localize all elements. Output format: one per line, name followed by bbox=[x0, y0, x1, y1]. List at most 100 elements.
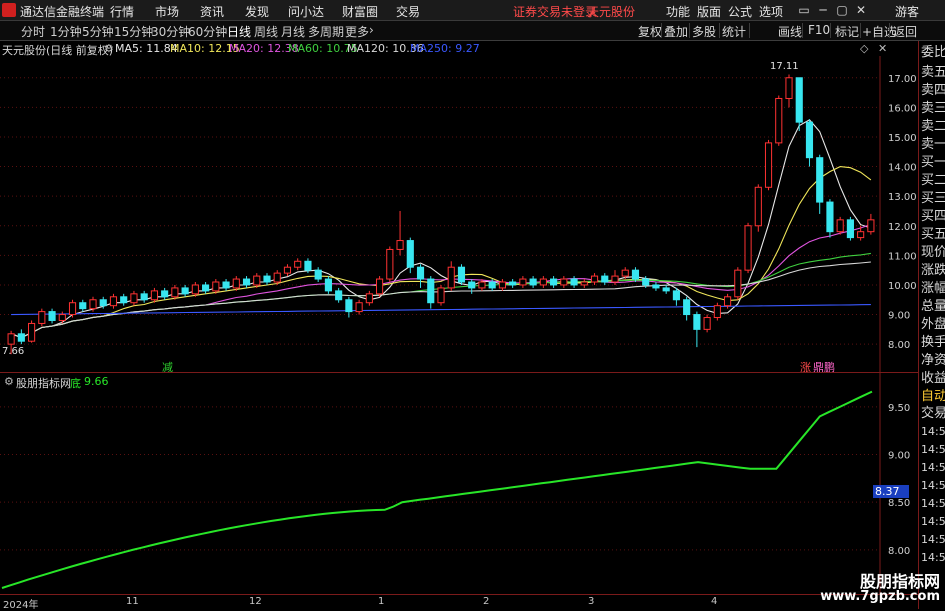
period-intraday[interactable]: 分时 bbox=[21, 23, 45, 40]
period-multi[interactable]: 多周期 bbox=[308, 23, 344, 40]
candle-body bbox=[631, 269, 640, 280]
app-logo-icon bbox=[2, 3, 16, 17]
tool-overlay[interactable]: 叠加 bbox=[664, 23, 688, 40]
period-30min[interactable]: 30分钟 bbox=[151, 23, 190, 40]
x-label-jan: 1 bbox=[378, 596, 385, 607]
period-5min[interactable]: 5分钟 bbox=[82, 23, 114, 40]
x-label-feb: 2 bbox=[483, 596, 490, 607]
period-weekly[interactable]: 周线 bbox=[254, 23, 278, 40]
rp-volume[interactable]: 总量 bbox=[921, 297, 945, 317]
rp-time: 14:56 bbox=[921, 497, 945, 510]
candle-body bbox=[38, 311, 46, 324]
candle-body bbox=[7, 333, 15, 345]
menu-trade[interactable]: 交易 bbox=[396, 3, 420, 20]
trade-login-alert[interactable]: 证券交易未登录 bbox=[513, 3, 597, 20]
candle-body bbox=[191, 284, 199, 295]
candle-body bbox=[775, 97, 783, 144]
candle-body bbox=[805, 121, 814, 159]
candle-body bbox=[222, 281, 230, 289]
tool-draw[interactable]: 画线 bbox=[778, 23, 802, 40]
rp-bid2[interactable]: 买二 bbox=[921, 171, 945, 191]
legend-close-icon[interactable]: ✕ bbox=[878, 42, 887, 55]
rp-ask5[interactable]: 卖五 bbox=[921, 63, 945, 83]
restore-layout-icon[interactable]: ▭ bbox=[796, 2, 812, 18]
candle-body bbox=[846, 219, 854, 239]
rp-weibi[interactable]: 委比 bbox=[921, 43, 945, 63]
period-more[interactable]: 更多 bbox=[345, 23, 369, 40]
rp-turnover[interactable]: 换手 bbox=[921, 333, 945, 353]
maximize-icon[interactable]: ▢ bbox=[834, 2, 850, 18]
rp-price[interactable]: 现价 bbox=[921, 243, 945, 263]
rp-outer[interactable]: 外盘 bbox=[921, 315, 945, 335]
indicator-axis-label: 8.00 bbox=[888, 546, 910, 557]
candle-body bbox=[79, 302, 87, 310]
rp-ask4[interactable]: 卖四 bbox=[921, 81, 945, 101]
rp-bid4[interactable]: 买四 bbox=[921, 207, 945, 227]
candle-body bbox=[744, 225, 752, 271]
toolbar-divider bbox=[719, 23, 720, 38]
candle-body bbox=[550, 278, 558, 286]
menu-wealth[interactable]: 财富圈 bbox=[342, 3, 378, 20]
candle-body bbox=[672, 290, 680, 301]
ma250-line bbox=[11, 304, 871, 316]
rp-earnings[interactable]: 收益 bbox=[921, 369, 945, 389]
candle-body bbox=[273, 272, 281, 283]
period-15min[interactable]: 15分钟 bbox=[114, 23, 153, 40]
indicator-chart[interactable]: 9.50 9.00 8.50 8.00 bbox=[0, 372, 918, 595]
candle-body bbox=[109, 296, 118, 307]
menu-layout[interactable]: 版面 bbox=[697, 3, 721, 20]
rp-change-pct[interactable]: 涨幅 bbox=[921, 279, 945, 299]
menu-discover[interactable]: 发现 bbox=[245, 3, 269, 20]
period-1min[interactable]: 1分钟 bbox=[50, 23, 82, 40]
menu-market[interactable]: 市场 bbox=[155, 3, 179, 20]
menu-functions[interactable]: 功能 bbox=[666, 3, 690, 20]
menu-formula[interactable]: 公式 bbox=[728, 3, 752, 20]
rp-change[interactable]: 涨跌 bbox=[921, 261, 945, 281]
tool-back[interactable]: 返回 bbox=[893, 23, 917, 40]
candle-body bbox=[376, 278, 384, 295]
rp-ask2[interactable]: 卖二 bbox=[921, 117, 945, 137]
menu-assistant[interactable]: 问小达 bbox=[288, 3, 324, 20]
candle-body bbox=[703, 317, 711, 330]
more-chevron-icon[interactable]: › bbox=[369, 23, 374, 37]
candle-body bbox=[294, 260, 302, 268]
tool-adjust[interactable]: 复权 bbox=[638, 23, 662, 40]
candle-body bbox=[324, 278, 332, 292]
x-label-nov: 11 bbox=[126, 596, 139, 607]
gear-icon[interactable]: ⚙ bbox=[104, 42, 114, 55]
indicator-line bbox=[1, 390, 873, 589]
rp-bid3[interactable]: 买三 bbox=[921, 189, 945, 209]
menu-options[interactable]: 选项 bbox=[759, 3, 783, 20]
rp-net-assets[interactable]: 净资 bbox=[921, 351, 945, 371]
menu-news[interactable]: 资讯 bbox=[200, 3, 224, 20]
candle-body bbox=[468, 281, 476, 289]
period-monthly[interactable]: 月线 bbox=[281, 23, 305, 40]
rp-ask3[interactable]: 卖三 bbox=[921, 99, 945, 119]
candle-body bbox=[662, 287, 670, 292]
rp-trades[interactable]: 交易 bbox=[921, 404, 945, 424]
indicator-gear-icon[interactable]: ⚙ bbox=[4, 375, 14, 388]
guest-login[interactable]: 游客 bbox=[895, 3, 919, 20]
rp-bid1[interactable]: 买一 bbox=[921, 153, 945, 173]
tool-mark[interactable]: 标记 bbox=[835, 23, 859, 40]
x-label-mar: 3 bbox=[588, 596, 595, 607]
price-axis-label: 14.00 bbox=[888, 163, 917, 174]
rp-bid5[interactable]: 买五 bbox=[921, 225, 945, 245]
minimize-icon[interactable]: ─ bbox=[815, 2, 831, 18]
period-60min[interactable]: 60分钟 bbox=[188, 23, 227, 40]
legend-settings-icon[interactable]: ◇ bbox=[860, 42, 868, 55]
close-icon[interactable]: ✕ bbox=[853, 2, 869, 18]
candle-body bbox=[386, 248, 394, 280]
high-price-label: 17.11 bbox=[770, 61, 799, 72]
candlestick-chart[interactable]: 17.00 16.00 15.00 14.00 13.00 12.00 11.00 10.00… bbox=[0, 56, 918, 372]
period-daily[interactable]: 日线 bbox=[227, 23, 251, 40]
tool-stats[interactable]: 统计 bbox=[722, 23, 746, 40]
candle-body bbox=[335, 290, 343, 301]
rp-ask1[interactable]: 卖一 bbox=[921, 135, 945, 155]
tool-multistock[interactable]: 多股 bbox=[692, 23, 716, 40]
candle-body bbox=[304, 260, 312, 271]
candle-body bbox=[601, 275, 609, 283]
tool-f10[interactable]: F10 bbox=[808, 23, 830, 37]
tool-add-watchlist[interactable]: +自选 bbox=[862, 23, 896, 40]
menu-quotes[interactable]: 行情 bbox=[110, 3, 134, 20]
